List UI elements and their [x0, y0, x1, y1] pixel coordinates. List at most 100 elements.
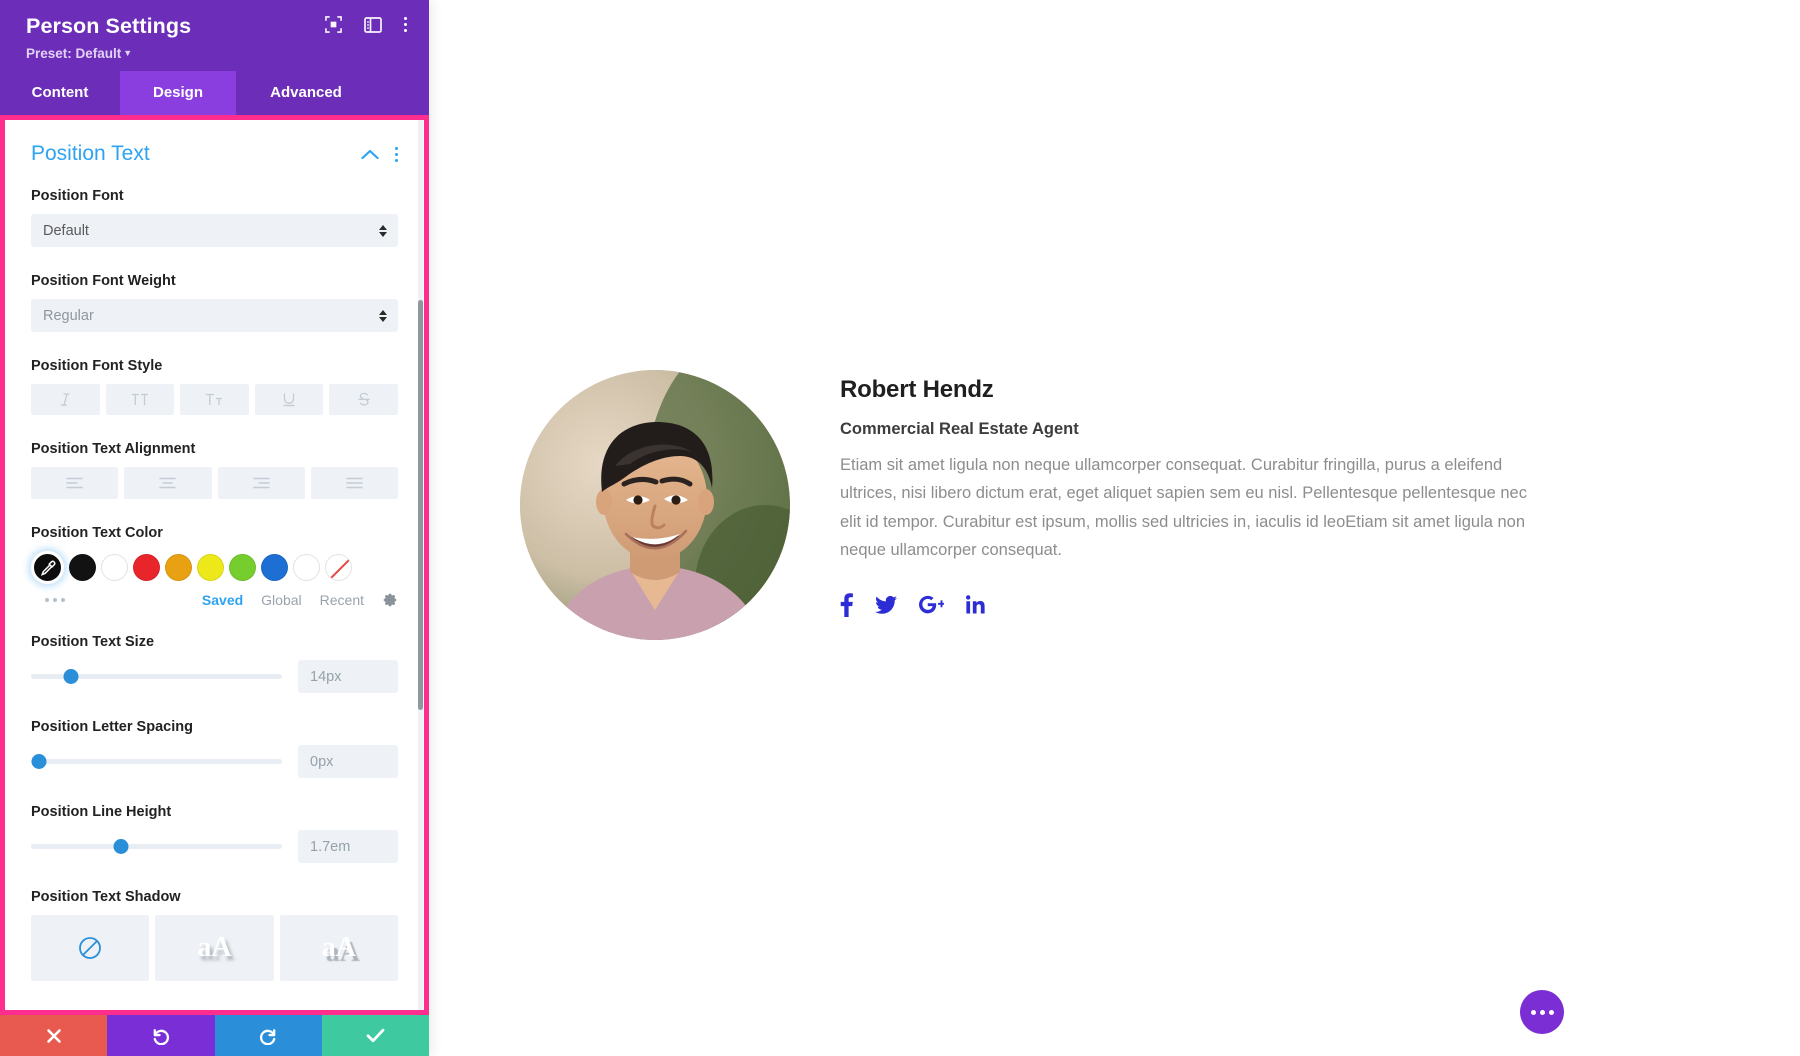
- align-justify-icon[interactable]: [310, 467, 398, 499]
- section-title: Position Text: [31, 142, 150, 165]
- section-header-position-text: Position Text: [31, 138, 398, 188]
- person-social-links: [840, 592, 1680, 617]
- more-horizontal-icon: [1548, 1009, 1554, 1015]
- swatch-red[interactable]: [133, 554, 160, 581]
- position-letter-spacing-value[interactable]: 0px: [298, 745, 398, 778]
- position-font-style-label: Position Font Style: [31, 358, 163, 374]
- person-portrait-photo: [520, 370, 790, 640]
- position-line-height-value[interactable]: 1.7em: [298, 830, 398, 863]
- position-text-size-slider[interactable]: [31, 668, 282, 686]
- underline-icon[interactable]: [254, 384, 324, 415]
- page-settings-fab[interactable]: [1520, 990, 1564, 1034]
- position-line-height-slider[interactable]: [31, 838, 282, 856]
- swatch-orange[interactable]: [165, 554, 192, 581]
- color-swatch-row: [31, 551, 398, 584]
- chevron-updown-icon: [379, 224, 387, 237]
- position-font-weight-value: Regular: [43, 307, 94, 324]
- page-preview-canvas: Robert Hendz Commercial Real Estate Agen…: [430, 0, 1800, 1056]
- chevron-updown-icon: [379, 309, 387, 322]
- position-text-shadow-label: Position Text Shadow: [31, 889, 181, 905]
- settings-scroll-area[interactable]: Position Text Position Font Default Posi…: [5, 120, 424, 1010]
- shadow-none-icon[interactable]: [31, 915, 150, 981]
- panel-scrollbar-track[interactable]: [418, 120, 423, 1010]
- person-module: Robert Hendz Commercial Real Estate Agen…: [520, 370, 1680, 640]
- swatch-green[interactable]: [229, 554, 256, 581]
- focus-target-icon[interactable]: [325, 16, 342, 33]
- color-tab-recent[interactable]: Recent: [320, 592, 364, 608]
- more-horizontal-icon: [1530, 1009, 1536, 1015]
- swatch-none[interactable]: [325, 554, 352, 581]
- tab-advanced[interactable]: Advanced: [236, 71, 376, 115]
- panel-tabs: Content Design Advanced: [0, 71, 429, 115]
- swatch-white-2[interactable]: [293, 554, 320, 581]
- module-settings-panel: Person Settings Preset: Default ▼ Conten…: [0, 0, 429, 1056]
- section-more-vertical-icon[interactable]: [395, 146, 398, 162]
- align-center-icon[interactable]: [124, 467, 212, 499]
- tab-content[interactable]: Content: [0, 71, 120, 115]
- person-name: Robert Hendz: [840, 376, 994, 403]
- more-horizontal-icon[interactable]: [31, 598, 65, 602]
- align-right-icon[interactable]: [217, 467, 305, 499]
- panel-layout-icon[interactable]: [364, 16, 382, 33]
- preset-label: Preset: Default: [26, 46, 122, 61]
- panel-scrollbar-thumb[interactable]: [418, 300, 423, 710]
- save-button[interactable]: [321, 1015, 429, 1056]
- shadow-hard-icon[interactable]: aA: [279, 915, 398, 981]
- twitter-icon[interactable]: [875, 595, 897, 615]
- small-caps-icon[interactable]: [180, 384, 249, 415]
- redo-button[interactable]: [214, 1015, 322, 1056]
- facebook-icon[interactable]: [840, 592, 853, 617]
- position-font-select[interactable]: Default: [31, 214, 398, 247]
- position-letter-spacing-slider[interactable]: [31, 753, 282, 771]
- undo-button[interactable]: [107, 1015, 215, 1056]
- position-text-size-label: Position Text Size: [31, 634, 155, 650]
- person-photo-wrap: [520, 370, 790, 640]
- position-line-height-label: Position Line Height: [31, 804, 172, 820]
- slider-track: [31, 759, 282, 764]
- more-vertical-icon[interactable]: [404, 17, 407, 32]
- position-font-value: Default: [43, 222, 89, 239]
- field-position-text-alignment: Position Text Alignment: [31, 441, 398, 499]
- align-left-icon[interactable]: [31, 467, 119, 499]
- strikethrough-icon[interactable]: [329, 384, 398, 415]
- more-horizontal-icon: [1539, 1009, 1545, 1015]
- slider-knob[interactable]: [113, 839, 129, 854]
- field-position-font-weight: Position Font Weight Regular: [31, 273, 398, 332]
- position-font-weight-select[interactable]: Regular: [31, 299, 398, 332]
- panel-action-bar: [0, 1015, 429, 1056]
- text-alignment-button-row: [31, 467, 398, 499]
- position-text-alignment-label: Position Text Alignment: [31, 441, 196, 457]
- app-root: Robert Hendz Commercial Real Estate Agen…: [0, 0, 1800, 1056]
- gear-icon[interactable]: [382, 592, 398, 608]
- swatch-black[interactable]: [69, 554, 96, 581]
- settings-body-frame: Position Text Position Font Default Posi…: [0, 120, 429, 1010]
- slider-knob[interactable]: [63, 669, 79, 684]
- person-text-block: Robert Hendz Commercial Real Estate Agen…: [840, 370, 1680, 617]
- chevron-up-icon[interactable]: [361, 149, 379, 160]
- shadow-soft-icon[interactable]: aA: [155, 915, 274, 981]
- color-tab-global[interactable]: Global: [261, 592, 301, 608]
- field-position-line-height: Position Line Height 1.7em: [31, 804, 398, 863]
- field-position-letter-spacing: Position Letter Spacing 0px: [31, 719, 398, 778]
- swatch-white[interactable]: [101, 554, 128, 581]
- google-plus-icon[interactable]: [919, 594, 944, 615]
- person-description: Etiam sit amet ligula non neque ullamcor…: [840, 456, 1527, 560]
- swatch-blue[interactable]: [261, 554, 288, 581]
- field-position-font-style: Position Font Style: [31, 358, 398, 415]
- slider-knob[interactable]: [31, 754, 47, 769]
- uppercase-icon[interactable]: [105, 384, 175, 415]
- eyedropper-swatch[interactable]: [31, 551, 64, 584]
- shadow-hard-glyph: aA: [321, 932, 356, 963]
- swatch-yellow[interactable]: [197, 554, 224, 581]
- color-tab-saved[interactable]: Saved: [202, 592, 243, 608]
- preset-selector[interactable]: Preset: Default ▼: [26, 46, 407, 61]
- position-letter-spacing-label: Position Letter Spacing: [31, 719, 193, 735]
- tab-design[interactable]: Design: [120, 71, 236, 115]
- position-text-size-value[interactable]: 14px: [298, 660, 398, 693]
- color-meta-row: Saved Global Recent: [31, 592, 398, 608]
- italic-icon[interactable]: [31, 384, 100, 415]
- cancel-button[interactable]: [0, 1015, 108, 1056]
- field-position-text-size: Position Text Size 14px: [31, 634, 398, 693]
- linkedin-icon[interactable]: [966, 595, 985, 614]
- field-position-text-shadow: Position Text Shadow aA aA: [31, 889, 398, 981]
